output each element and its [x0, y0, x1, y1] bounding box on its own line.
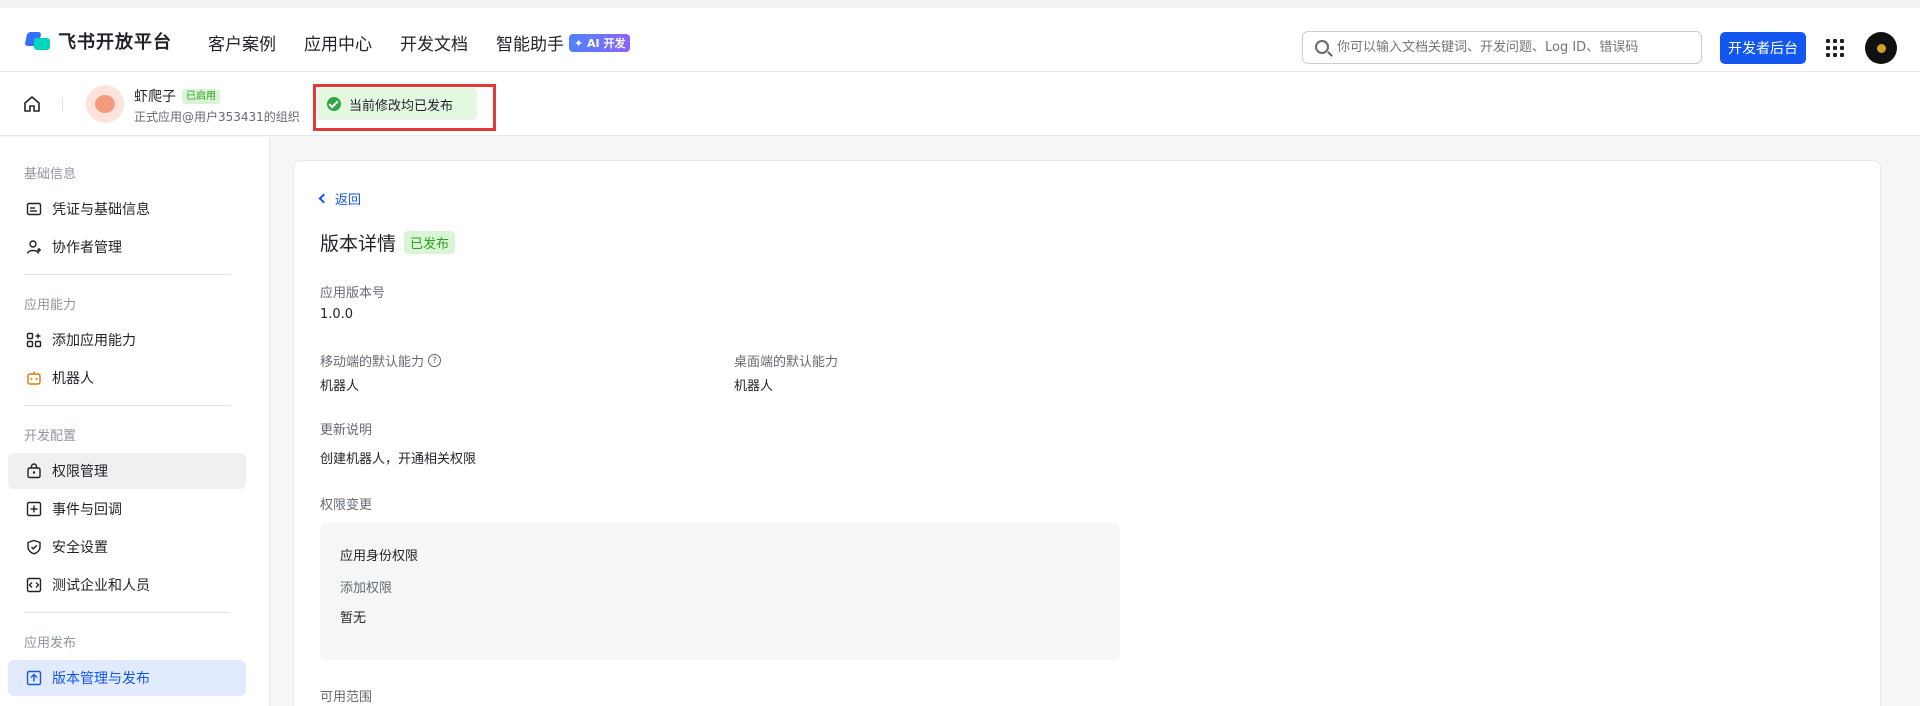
sidebar: 基础信息 凭证与基础信息 协作者管理 应用能力 添加应用能力 机器人 开发配置 … [0, 137, 270, 706]
lock-bag-icon [27, 463, 41, 479]
sidebar-item-credentials[interactable]: 凭证与基础信息 [8, 191, 246, 227]
permission-change-box: 应用身份权限 添加权限 暂无 [320, 523, 1120, 660]
home-icon[interactable] [23, 95, 41, 113]
sidebar-item-events[interactable]: 事件与回调 [8, 491, 246, 527]
perm-box-value: 暂无 [340, 611, 367, 626]
sidebar-item-label: 协作者管理 [52, 240, 122, 256]
search-icon [1315, 40, 1329, 54]
sidebar-item-bot[interactable]: 机器人 [8, 360, 246, 396]
apps-add-icon [26, 332, 42, 348]
desktop-capability-value: 机器人 [734, 379, 774, 394]
sidebar-item-permissions[interactable]: 权限管理 [8, 453, 246, 489]
mobile-capability-label: 移动端的默认能力 ? [320, 351, 442, 370]
scope-label: 可用范围 [320, 690, 373, 705]
perm-box-title: 应用身份权限 [340, 549, 419, 564]
nav-assistant[interactable]: 智能助手 ✦ AI 开发 [496, 30, 631, 55]
sidebar-section-dev-config: 开发配置 [24, 429, 77, 444]
perm-box-sub: 添加权限 [340, 581, 393, 596]
top-navbar: 飞书开放平台 客户案例 应用中心 开发文档 智能助手 ✦ AI 开发 开发者后台 [0, 0, 1920, 72]
event-add-icon [26, 501, 42, 517]
sidebar-divider [24, 612, 230, 613]
code-icon [26, 577, 42, 593]
enabled-badge: 已启用 [182, 88, 220, 104]
ai-badge: ✦ AI 开发 [569, 33, 631, 52]
sidebar-divider [24, 274, 230, 275]
nav-app-center[interactable]: 应用中心 [304, 30, 372, 55]
nav-assistant-label: 智能助手 [496, 35, 564, 55]
mobile-capability-value: 机器人 [320, 379, 360, 394]
shield-icon [27, 539, 41, 555]
back-link[interactable]: 返回 [318, 189, 362, 208]
search-input[interactable] [1337, 40, 1701, 55]
release-notes-label: 更新说明 [320, 423, 373, 438]
permission-change-label: 权限变更 [320, 498, 373, 513]
app-name-text: 虾爬子 [134, 89, 176, 105]
sidebar-item-label: 添加应用能力 [52, 333, 136, 349]
nav-customer-cases[interactable]: 客户案例 [208, 30, 276, 55]
robot-icon [27, 371, 41, 385]
user-avatar[interactable] [1865, 32, 1897, 64]
nav-dev-docs[interactable]: 开发文档 [400, 30, 468, 55]
sidebar-item-label: 权限管理 [52, 464, 108, 480]
user-add-icon [26, 240, 41, 254]
version-value: 1.0.0 [320, 307, 354, 322]
sidebar-item-security[interactable]: 安全设置 [8, 529, 246, 565]
desktop-capability-label: 桌面端的默认能力 [734, 355, 839, 370]
sidebar-item-version-release[interactable]: 版本管理与发布 [8, 660, 246, 696]
sidebar-item-label: 版本管理与发布 [52, 671, 150, 687]
sidebar-item-label: 测试企业和人员 [52, 578, 150, 594]
app-avatar [86, 85, 124, 123]
main-nav: 客户案例 应用中心 开发文档 智能助手 ✦ AI 开发 [208, 30, 631, 55]
sidebar-item-label: 安全设置 [52, 540, 108, 556]
release-notes-value: 创建机器人，开通相关权限 [320, 452, 477, 467]
logo-text: 飞书开放平台 [58, 32, 172, 53]
id-card-icon [26, 202, 42, 216]
sidebar-item-label: 机器人 [52, 371, 94, 387]
apps-grid-icon[interactable] [1826, 39, 1844, 57]
sidebar-item-label: 事件与回调 [52, 502, 122, 518]
page-title-text: 版本详情 [320, 233, 397, 255]
sidebar-item-test-users[interactable]: 测试企业和人员 [8, 567, 246, 603]
upload-icon [26, 670, 42, 686]
sidebar-section-release: 应用发布 [24, 636, 77, 651]
sidebar-item-add-capability[interactable]: 添加应用能力 [8, 322, 246, 358]
page-title: 版本详情 已发布 [320, 229, 456, 256]
app-header: 虾爬子 已启用 正式应用@用户353431的组织 [0, 72, 1920, 136]
divider [62, 98, 63, 112]
back-label: 返回 [335, 193, 362, 208]
sidebar-item-label: 凭证与基础信息 [52, 202, 150, 218]
help-icon[interactable]: ? [428, 354, 442, 367]
sidebar-section-basic: 基础信息 [24, 167, 77, 182]
app-subtitle: 正式应用@用户353431的组织 [134, 110, 300, 124]
sidebar-item-collaborators[interactable]: 协作者管理 [8, 229, 246, 265]
mobile-capability-label-text: 移动端的默认能力 [320, 355, 425, 370]
sidebar-section-capability: 应用能力 [24, 298, 77, 313]
status-badge: 已发布 [404, 231, 456, 254]
app-name: 虾爬子 已启用 [134, 86, 220, 106]
highlight-box [313, 84, 496, 131]
dev-console-button[interactable]: 开发者后台 [1720, 32, 1806, 64]
sidebar-divider [24, 405, 230, 406]
logo[interactable]: 飞书开放平台 [24, 28, 172, 54]
version-label: 应用版本号 [320, 286, 386, 301]
version-detail-card: 返回 版本详情 已发布 应用版本号 1.0.0 移动端的默认能力 ? 机器人 桌… [293, 160, 1881, 706]
chevron-left-icon [318, 193, 329, 204]
feishu-logo-icon [24, 30, 50, 52]
search-box[interactable] [1302, 31, 1702, 64]
